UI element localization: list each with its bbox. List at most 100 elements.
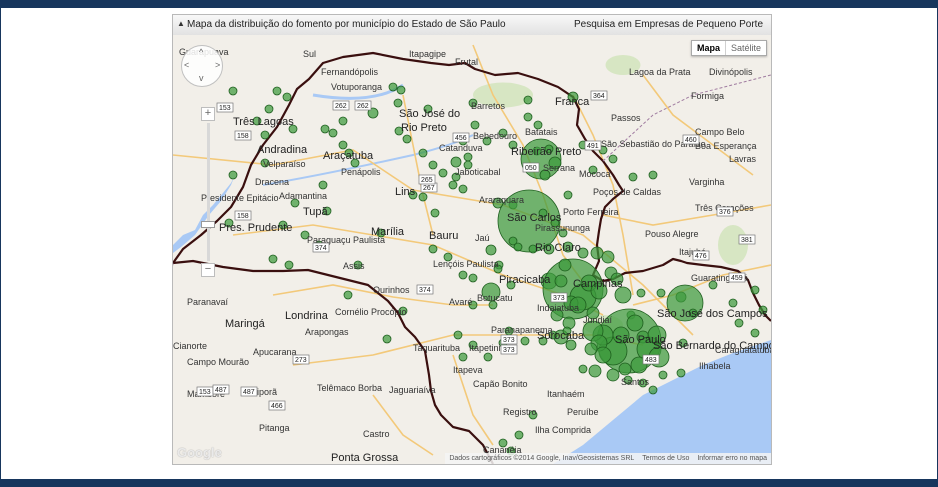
highway-shield: 373	[500, 344, 518, 355]
municipality-bubble	[618, 362, 632, 376]
map-type-map-button[interactable]: Mapa	[691, 41, 726, 55]
svg-text:158: 158	[237, 133, 249, 140]
place-label: Lins	[395, 186, 416, 198]
map-titlebar[interactable]: ▲ Mapa da distribuição do fomento por mu…	[173, 15, 771, 36]
place-label: Peruíbe	[567, 407, 599, 417]
report-error-link[interactable]: Informar erro no mapa	[697, 455, 767, 462]
map-panel: ▲ Mapa da distribuição do fomento por mu…	[172, 14, 772, 465]
place-label: Cianorte	[173, 341, 207, 351]
place-label: Jaú	[475, 233, 490, 243]
zoom-slider-track[interactable]	[207, 123, 210, 261]
municipality-bubble	[563, 190, 573, 200]
svg-text:466: 466	[271, 403, 283, 410]
municipality-bubble	[658, 370, 668, 380]
municipality-bubble	[656, 288, 666, 298]
bottom-band	[0, 479, 938, 487]
municipality-bubble	[520, 336, 530, 346]
place-label: Tupã	[303, 206, 329, 218]
municipality-bubble	[458, 270, 468, 280]
highway-shield: 491	[584, 140, 602, 151]
pan-up-icon[interactable]: ^	[199, 47, 203, 57]
attribution-data: Dados cartográficos ©2014 Google, Inav/G…	[449, 455, 635, 462]
municipality-bubble	[588, 364, 602, 378]
zoom-out-button[interactable]: −	[201, 263, 215, 277]
municipality-bubble	[448, 180, 458, 190]
svg-text:476: 476	[695, 253, 707, 260]
svg-text:364: 364	[593, 93, 605, 100]
svg-text:267: 267	[423, 185, 435, 192]
place-label: Três Lagoas	[233, 116, 294, 128]
municipality-bubble	[728, 298, 738, 308]
place-label: Ribeirão Preto	[511, 146, 581, 158]
place-label: Campo Belo	[695, 127, 745, 137]
map-title: Mapa da distribuição do fomento por muni…	[187, 19, 506, 30]
highway-shield: 267	[420, 182, 438, 193]
municipality-bubble	[264, 104, 274, 114]
municipality-bubble	[470, 120, 480, 130]
zoom-in-button[interactable]: +	[201, 107, 215, 121]
place-label: Avaré	[449, 297, 472, 307]
municipality-bubble	[338, 116, 348, 126]
place-label: Araçatuba	[323, 150, 374, 162]
map-subtitle: Pesquisa em Empresas de Pequeno Porte	[574, 19, 763, 30]
municipality-bubble	[584, 342, 598, 356]
municipality-bubble	[606, 368, 620, 382]
municipality-bubble	[626, 314, 644, 332]
place-label: Divinópolis	[709, 67, 753, 77]
place-label: Pres. Prudente	[219, 222, 292, 234]
municipality-bubble	[388, 82, 398, 92]
svg-text:153: 153	[219, 105, 231, 112]
municipality-bubble	[272, 86, 282, 96]
collapse-triangle-icon[interactable]: ▲	[177, 19, 185, 28]
place-label: Lagoa da Prata	[629, 67, 691, 77]
pan-left-icon[interactable]: <	[184, 60, 189, 70]
municipality-bubble	[554, 274, 568, 288]
place-label: Presidente Epitácio	[201, 193, 279, 203]
municipality-bubble	[463, 152, 473, 162]
municipality-bubble	[458, 352, 468, 362]
place-label: Indaiatuba	[537, 303, 579, 313]
municipality-bubble	[485, 244, 497, 256]
place-label: Sorocaba	[537, 330, 585, 342]
municipality-bubble	[523, 112, 533, 122]
place-label: Assis	[343, 261, 365, 271]
municipality-bubble	[284, 260, 294, 270]
highway-shield: 364	[590, 90, 608, 101]
municipality-bubble	[396, 85, 406, 95]
place-label: Araraquara	[479, 195, 524, 205]
pan-down-icon[interactable]: v	[199, 73, 204, 83]
municipality-bubble	[268, 254, 278, 264]
municipality-bubble	[418, 148, 428, 158]
place-label: Jundiaí	[583, 315, 613, 325]
place-label: Londrina	[285, 310, 329, 322]
municipality-bubble	[318, 180, 328, 190]
municipality-bubble	[453, 330, 463, 340]
terms-link[interactable]: Termos de Uso	[642, 455, 689, 462]
place-label: Campo Mourão	[187, 357, 249, 367]
svg-text:487: 487	[215, 387, 227, 394]
highway-shield: 158	[234, 210, 252, 221]
svg-text:273: 273	[295, 357, 307, 364]
highway-shield: 273	[292, 354, 310, 365]
municipality-bubble	[402, 134, 412, 144]
svg-text:459: 459	[731, 275, 743, 282]
place-label: Bebedouro	[473, 131, 517, 141]
google-logo: Google	[177, 445, 222, 460]
municipality-bubble	[228, 86, 238, 96]
pan-right-icon[interactable]: >	[215, 60, 220, 70]
pan-control[interactable]: ^ < > v	[181, 45, 223, 87]
map-type-satellite-button[interactable]: Satélite	[726, 41, 766, 55]
place-label: Serrana	[543, 163, 575, 173]
place-label: Bauru	[429, 230, 458, 242]
map-attribution: Dados cartográficos ©2014 Google, Inav/G…	[445, 453, 771, 464]
place-label: Franca	[555, 96, 590, 108]
municipality-bubble	[438, 168, 448, 178]
municipality-bubble	[514, 430, 524, 440]
place-label: São José dos Campos	[657, 308, 768, 320]
svg-text:460: 460	[685, 137, 697, 144]
municipality-bubble	[601, 250, 615, 264]
place-label: Ponta Grossa	[331, 452, 399, 464]
zoom-slider-thumb[interactable]	[201, 221, 215, 228]
map-canvas[interactable]: Itapagipe Frutal Fernandópolis Votuporanga S…	[173, 35, 771, 464]
map-svg[interactable]: Itapagipe Frutal Fernandópolis Votuporanga S…	[173, 35, 771, 464]
